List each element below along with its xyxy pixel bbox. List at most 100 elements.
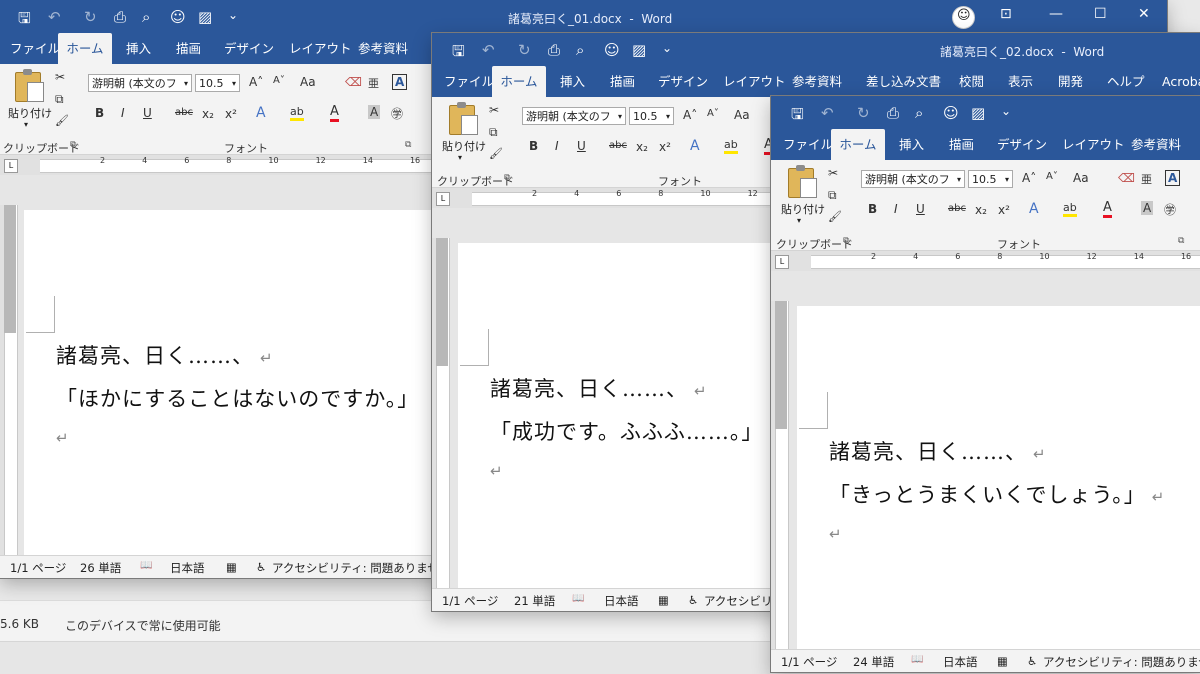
font-size-box[interactable]: 10.5 ▾ <box>195 74 240 92</box>
tab-design[interactable]: デザイン <box>997 129 1047 160</box>
macro-icon[interactable]: ▦ <box>226 560 237 574</box>
find-icon[interactable]: ⌕ <box>915 104 923 122</box>
paste-button[interactable]: 貼り付け <box>781 201 825 217</box>
change-case-icon[interactable]: Aa <box>1073 171 1089 185</box>
redo-icon[interactable]: ↻ <box>84 8 97 26</box>
tab-acrobat[interactable]: Acroba <box>1162 66 1200 97</box>
close-icon[interactable]: ✕ <box>1138 6 1150 22</box>
vertical-ruler[interactable] <box>432 238 450 589</box>
text-effect-icon[interactable]: A <box>690 138 700 154</box>
paste-button[interactable]: 貼り付け <box>8 105 52 121</box>
text-effect-icon[interactable]: A <box>1029 201 1039 217</box>
qat-more-icon[interactable]: ⌄ <box>228 8 238 22</box>
print-preview-icon[interactable]: ⎙ <box>548 41 560 59</box>
tab-selector-icon[interactable]: L <box>775 255 789 269</box>
tab-insert[interactable]: 挿入 <box>126 33 151 64</box>
char-shading-icon[interactable]: A <box>368 105 381 119</box>
change-case-icon[interactable]: Aa <box>734 108 750 122</box>
bold-icon[interactable]: B <box>95 106 104 120</box>
bold-icon[interactable]: B <box>529 139 538 153</box>
underline-icon[interactable]: U <box>577 139 586 153</box>
highlight-icon[interactable]: ab <box>724 138 738 154</box>
tab-mailings[interactable]: 差し込み文書 <box>866 66 941 97</box>
minimize-icon[interactable]: — <box>1049 6 1063 22</box>
tab-home[interactable]: ホーム <box>831 129 885 160</box>
clear-format-icon[interactable]: ⌫ <box>1118 171 1135 185</box>
horizontal-ruler[interactable]: L 2 4 6 8 10 12 14 16 <box>771 251 1200 271</box>
status-words[interactable]: 26 単語 <box>80 560 121 576</box>
subscript-icon[interactable]: x₂ <box>202 107 214 121</box>
tab-insert[interactable]: 挿入 <box>899 129 924 160</box>
image-icon[interactable]: ▨ <box>632 41 646 59</box>
font-launcher-icon[interactable]: ⧉ <box>405 140 411 150</box>
copy-icon[interactable]: ⧉ <box>55 92 64 107</box>
cut-icon[interactable]: ✂ <box>489 103 499 117</box>
tab-selector-icon[interactable]: L <box>4 159 18 173</box>
redo-icon[interactable]: ↻ <box>518 41 531 59</box>
tab-file[interactable]: ファイル <box>10 33 60 64</box>
clipboard-launcher-icon[interactable]: ⧉ <box>70 140 76 150</box>
document-line-2[interactable]: 「成功です。ふふふ……。」 <box>490 416 763 446</box>
save-icon[interactable]: 🖫 <box>18 8 31 33</box>
font-name-box[interactable]: 游明朝 (本文のフ ▾ <box>522 107 626 125</box>
paste-dropdown-icon[interactable]: ▾ <box>24 120 28 129</box>
superscript-icon[interactable]: x² <box>225 107 237 121</box>
clipboard-launcher-icon[interactable]: ⧉ <box>843 236 849 246</box>
tab-references[interactable]: 参考資料 <box>792 66 842 97</box>
char-shading-icon[interactable]: A <box>1141 201 1154 215</box>
highlight-icon[interactable]: ab <box>290 105 304 121</box>
word-window-3[interactable]: 🖫 ↶ ↻ ⎙ ⌕ ☺ ▨ ⌄ ファイル ホーム 挿入 描画 デザイン レイアウ… <box>771 96 1200 672</box>
shrink-font-icon[interactable]: A˅ <box>1046 171 1058 182</box>
save-icon[interactable]: 🖫 <box>791 104 804 129</box>
smiley-icon[interactable]: ☺ <box>604 41 620 59</box>
strikethrough-icon[interactable]: abc <box>175 107 193 118</box>
user-avatar[interactable]: ☺ <box>952 6 975 29</box>
qat-more-icon[interactable]: ⌄ <box>1001 104 1011 118</box>
font-name-box[interactable]: 游明朝 (本文のフ ▾ <box>88 74 192 92</box>
proofing-icon[interactable]: 📖 <box>572 593 584 604</box>
status-page[interactable]: 1/1 ページ <box>442 593 498 609</box>
italic-icon[interactable]: I <box>555 139 559 153</box>
superscript-icon[interactable]: x² <box>998 203 1010 217</box>
tab-selector-icon[interactable]: L <box>436 192 450 206</box>
format-painter-icon[interactable]: 🖌 <box>828 210 842 223</box>
smiley-icon[interactable]: ☺ <box>170 8 186 26</box>
print-preview-icon[interactable]: ⎙ <box>887 104 899 122</box>
font-color-icon[interactable]: A <box>330 104 339 122</box>
tab-draw[interactable]: 描画 <box>949 129 974 160</box>
tab-insert[interactable]: 挿入 <box>560 66 585 97</box>
italic-icon[interactable]: I <box>121 106 125 120</box>
tab-references[interactable]: 参考資料 <box>1131 129 1181 160</box>
status-page[interactable]: 1/1 ページ <box>10 560 66 576</box>
vertical-ruler[interactable] <box>0 205 18 556</box>
enclose-char-icon[interactable]: ㊫ <box>1164 201 1176 218</box>
tab-file[interactable]: ファイル <box>444 66 494 97</box>
macro-icon[interactable]: ▦ <box>997 654 1008 668</box>
enclose-char-icon[interactable]: ㊫ <box>391 105 403 122</box>
tab-layout[interactable]: レイアウト <box>723 66 786 97</box>
paste-dropdown-icon[interactable]: ▾ <box>797 216 801 225</box>
tab-layout[interactable]: レイアウト <box>289 33 352 64</box>
ruby-icon[interactable]: 亜 <box>1141 171 1152 187</box>
text-effect-icon[interactable]: A <box>256 105 266 121</box>
cut-icon[interactable]: ✂ <box>55 70 65 84</box>
ribbon-display-icon[interactable]: ⊡ <box>1000 6 1012 22</box>
document-line-2[interactable]: 「きっとうまくいくでしょう。」 ↵ <box>829 479 1165 509</box>
smiley-icon[interactable]: ☺ <box>943 104 959 122</box>
subscript-icon[interactable]: x₂ <box>975 203 987 217</box>
redo-icon[interactable]: ↻ <box>857 104 870 122</box>
cut-icon[interactable]: ✂ <box>828 166 838 180</box>
document-line-2[interactable]: 「ほかにすることはないのですか。」 <box>56 383 419 413</box>
superscript-icon[interactable]: x² <box>659 140 671 154</box>
undo-icon[interactable]: ↶ <box>821 104 834 122</box>
font-size-dropdown-icon[interactable]: ▾ <box>666 108 670 124</box>
status-language[interactable]: 日本語 <box>170 560 205 576</box>
tab-references[interactable]: 参考資料 <box>358 33 408 64</box>
status-accessibility[interactable]: アクセシビリティ: 問題ありません <box>272 560 450 576</box>
clipboard-launcher-icon[interactable]: ⧉ <box>504 173 510 183</box>
shrink-font-icon[interactable]: A˅ <box>273 75 285 86</box>
find-icon[interactable]: ⌕ <box>142 8 150 26</box>
maximize-icon[interactable]: ☐ <box>1094 6 1107 22</box>
strikethrough-icon[interactable]: abc <box>609 140 627 151</box>
tab-review[interactable]: 校閲 <box>959 66 984 97</box>
